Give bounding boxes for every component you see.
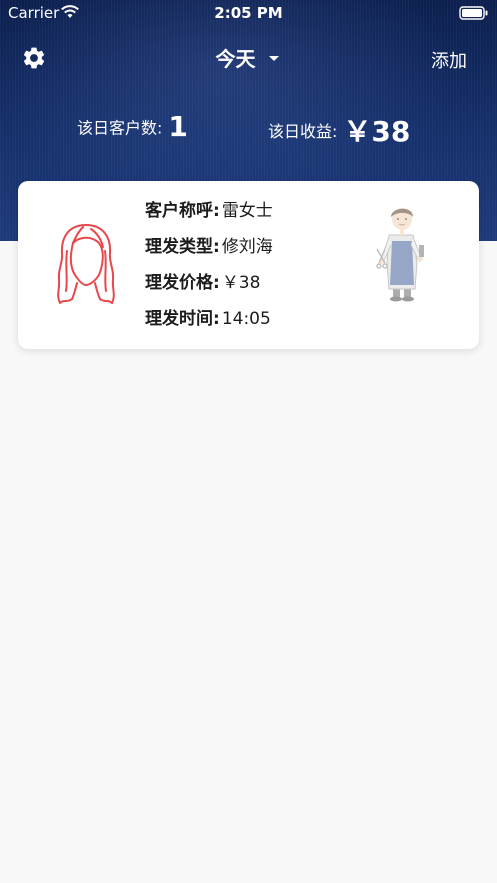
gear-icon xyxy=(23,47,45,69)
caret-down-icon xyxy=(269,56,280,61)
status-bar: Carrier 2:05 PM xyxy=(0,0,497,26)
status-time: 2:05 PM xyxy=(214,4,283,22)
barber-illustration xyxy=(376,208,424,302)
date-picker-button[interactable]: 今天 xyxy=(198,44,298,74)
field-customer-name: 客户称呼: 雷女士 xyxy=(145,198,273,234)
customer-count-value: 1 xyxy=(168,110,188,143)
record-fields: 客户称呼: 雷女士 理发类型: 修刘海 理发价格: ￥38 理发时间: 14:05 xyxy=(145,198,273,342)
page-title: 今天 xyxy=(215,47,256,71)
income-summary: 该日收益: ￥38 xyxy=(268,110,410,150)
field-label: 理发类型: xyxy=(145,237,220,257)
income-value: ￥38 xyxy=(343,115,411,148)
battery-icon xyxy=(459,6,488,20)
settings-button[interactable] xyxy=(21,45,47,71)
income-label: 该日收益: xyxy=(268,122,338,141)
field-label: 理发价格: xyxy=(145,273,220,293)
field-label: 客户称呼: xyxy=(145,201,220,221)
customer-count-summary: 该日客户数: 1 xyxy=(77,110,188,143)
field-haircut-price: 理发价格: ￥38 xyxy=(145,270,273,306)
customer-count-label: 该日客户数: xyxy=(77,118,163,138)
field-value: 雷女士 xyxy=(221,201,273,221)
field-value: ￥38 xyxy=(221,273,261,293)
field-haircut-type: 理发类型: 修刘海 xyxy=(145,234,273,270)
add-button[interactable]: 添加 xyxy=(431,47,467,73)
field-value: 14:05 xyxy=(221,309,271,329)
female-hair-icon xyxy=(57,224,115,304)
field-value: 修刘海 xyxy=(221,237,273,257)
field-haircut-time: 理发时间: 14:05 xyxy=(145,306,273,342)
field-label: 理发时间: xyxy=(145,309,220,329)
record-card[interactable]: 客户称呼: 雷女士 理发类型: 修刘海 理发价格: ￥38 理发时间: 14:05 xyxy=(18,181,479,349)
